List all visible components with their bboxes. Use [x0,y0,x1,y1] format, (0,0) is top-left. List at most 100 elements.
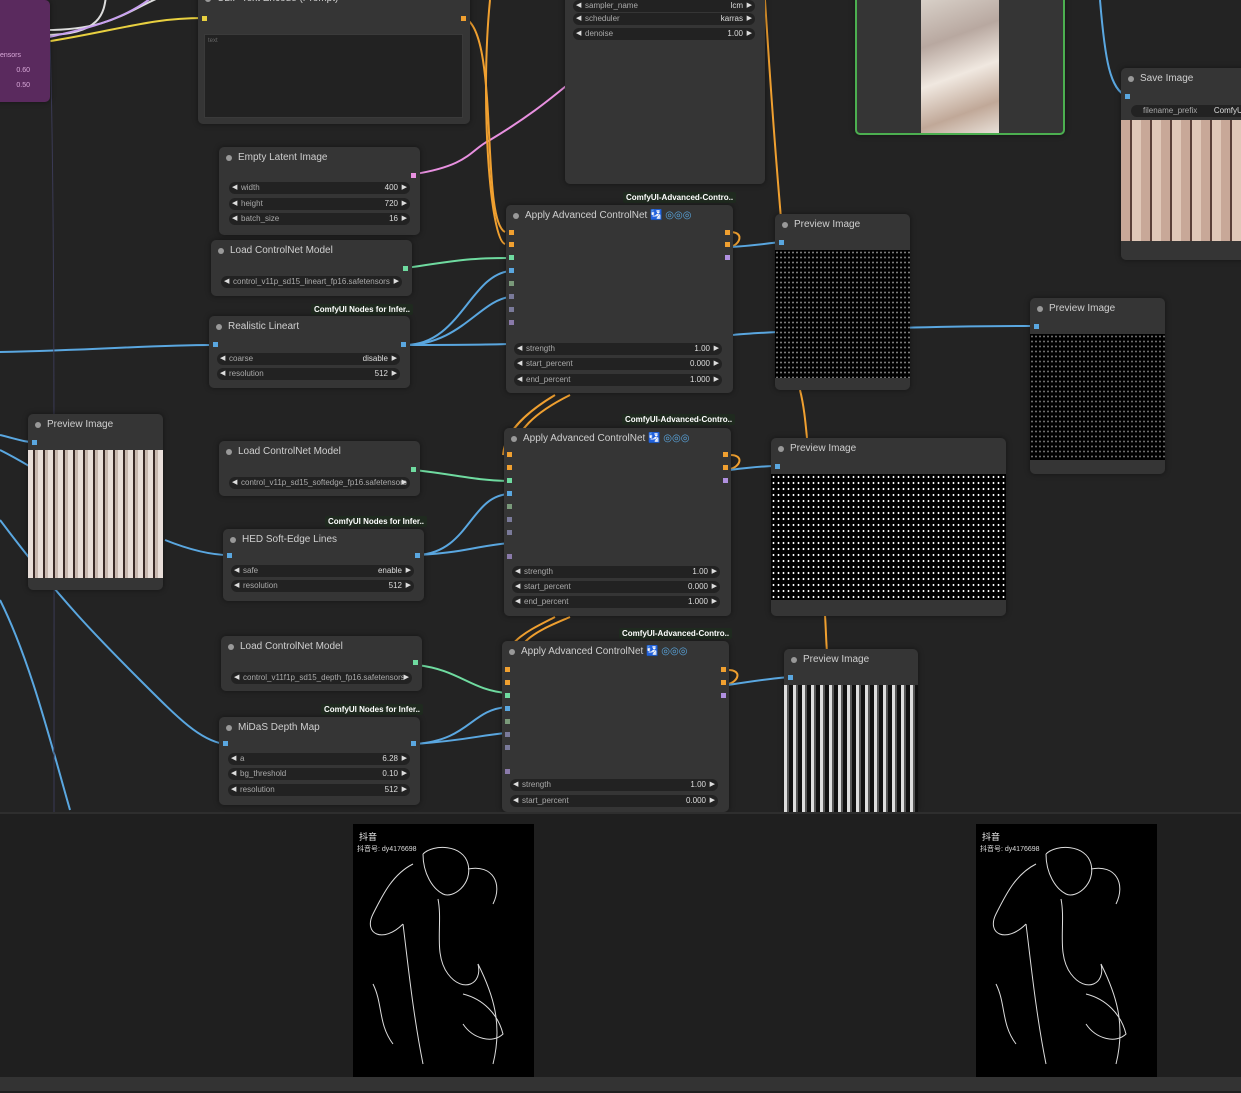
strength-widget[interactable]: ◀ strength 1.00 ▶ [510,779,718,791]
image-input-slot[interactable] [213,342,218,347]
width-widget[interactable]: ◀ width 400 ▶ [229,182,410,194]
denoise-widget[interactable]: ◀ denoise 1.00 ▶ [573,28,755,40]
node-title: Realistic Lineart [209,316,410,338]
image-output-slot[interactable] [415,553,420,558]
conditioning-output-slot[interactable] [461,16,466,21]
controlnet-name-widget[interactable]: ◀ control_v11p_sd15_lineart_fp16.safetens… [221,276,402,288]
images-input-slot[interactable] [1034,324,1039,329]
empty-latent-image-node[interactable]: Empty Latent Image ◀ width 400 ▶ ◀ height 720… [219,147,420,235]
images-input-slot[interactable] [779,240,784,245]
images-input-slot[interactable] [32,440,37,445]
edge-image-2: 抖音 抖音号: dy4176698 [976,824,1157,1079]
start-percent-widget[interactable]: ◀ start_percent 0.000 ▶ [514,358,722,370]
preview-image-node-3[interactable]: Preview Image [771,438,1006,616]
node-title: CLIP Text Encode (Prompt) [198,0,470,10]
load-controlnet-model-node-1[interactable]: Load ControlNet Model ◀ control_v11p_sd15… [211,240,412,296]
start-percent-widget[interactable]: ◀ start_percent 0.000 ▶ [512,581,720,593]
a-widget[interactable]: ◀ a 6.28 ▶ [228,753,410,765]
lineart-preview-grid [775,250,910,378]
apply-advanced-controlnet-node-1[interactable]: Apply Advanced ControlNet 🛂 ◎◎◎ ◀ strengt… [506,205,733,393]
ksampler-node-partial[interactable]: ◀ sampler_name lcm ▶ ◀ scheduler karras ▶ ◀ den… [565,0,765,184]
depth-preview-grid [784,685,918,812]
images-input-slot[interactable] [775,464,780,469]
node-source-tag: ComfyUI-Advanced-Contro.. [623,192,737,203]
image-output-slot[interactable] [411,741,416,746]
status-bar [0,1077,1241,1091]
node-title: Apply Advanced ControlNet 🛂 ◎◎◎ [502,641,729,663]
lora-node-partial[interactable]: ensors 0.60 0.50 [0,0,50,102]
prompt-textarea[interactable]: text [204,34,463,118]
resolution-widget[interactable]: ◀ resolution 512 ▶ [228,784,410,796]
node-title: Apply Advanced ControlNet 🛂 ◎◎◎ [504,428,731,450]
image-input-slot[interactable] [223,741,228,746]
node-source-tag: ComfyUI-Advanced-Contro.. [622,414,736,425]
node-title: Preview Image [1030,298,1165,320]
preview-image-node-1[interactable]: Preview Image [775,214,910,390]
clip-input-slot[interactable] [202,16,207,21]
coarse-widget[interactable]: ◀ coarse disable ▶ [217,353,400,365]
node-title: Load ControlNet Model [219,441,420,463]
node-title: HED Soft-Edge Lines [223,529,424,551]
lora-value-1: 0.60 [16,67,30,74]
node-source-tag: ComfyUI Nodes for Infer.. [311,304,414,315]
lora-value-2: 0.50 [16,82,30,89]
batch-size-widget[interactable]: ◀ batch_size 16 ▶ [229,213,410,225]
preview-image-node-2[interactable]: Preview Image [1030,298,1165,474]
resolution-widget[interactable]: ◀ resolution 512 ▶ [217,368,400,380]
images-input-slot[interactable] [1125,94,1130,99]
edge-image-1: 抖音 抖音号: dy4176698 [353,824,534,1079]
node-title: Load ControlNet Model [221,636,422,658]
bg-threshold-widget[interactable]: ◀ bg_threshold 0.10 ▶ [228,768,410,780]
selected-preview-node[interactable] [855,0,1065,135]
strength-widget[interactable]: ◀ strength 1.00 ▶ [514,343,722,355]
edge-drawing [992,846,1127,1065]
node-title: Apply Advanced ControlNet 🛂 ◎◎◎ [506,205,733,227]
node-title: Empty Latent Image [219,147,420,169]
load-controlnet-model-node-3[interactable]: Load ControlNet Model ◀ control_v11f1p_sd… [221,636,422,691]
save-image-node[interactable]: Save Image filename_prefixComfyUI [1121,68,1241,260]
strength-widget[interactable]: ◀ strength 1.00 ▶ [512,566,720,578]
saved-images-grid [1121,120,1241,241]
preview-image-node-left[interactable]: Preview Image [28,414,163,590]
node-title: Preview Image [775,214,910,236]
images-input-slot[interactable] [788,675,793,680]
node-title: Load ControlNet Model [211,240,412,262]
apply-advanced-controlnet-node-3[interactable]: Apply Advanced ControlNet 🛂 ◎◎◎ ◀ strengt… [502,641,729,812]
midas-depth-map-node[interactable]: MiDaS Depth Map ◀ a 6.28 ▶ ◀ bg_threshold 0.1… [219,717,420,805]
node-title: MiDaS Depth Map [219,717,420,739]
preview-image [921,0,999,133]
edge-drawing [369,846,504,1065]
apply-advanced-controlnet-node-2[interactable]: Apply Advanced ControlNet 🛂 ◎◎◎ ◀ strengt… [504,428,731,616]
image-input-slot[interactable] [227,553,232,558]
height-widget[interactable]: ◀ height 720 ▶ [229,198,410,210]
softedge-preview-grid [771,474,1006,600]
node-title: Preview Image [771,438,1006,460]
controlnet-output-slot[interactable] [413,660,418,665]
preview-image-node-4[interactable]: Preview Image [784,649,918,812]
end-percent-widget[interactable]: ◀ end_percent 1.000 ▶ [514,374,722,386]
clip-text-encode-node[interactable]: CLIP Text Encode (Prompt) text [198,0,470,124]
hed-soft-edge-lines-node[interactable]: HED Soft-Edge Lines ◀ safe enable ▶ ◀ resolu… [223,529,424,601]
node-title: Preview Image [28,414,163,436]
source-frames-grid [28,450,163,578]
controlnet-output-slot[interactable] [411,467,416,472]
load-controlnet-model-node-2[interactable]: Load ControlNet Model ◀ control_v11p_sd15… [219,441,420,496]
lineart-preview-grid [1030,334,1165,460]
image-output-slot[interactable] [401,342,406,347]
start-percent-widget[interactable]: ◀ start_percent 0.000 ▶ [510,795,718,807]
safe-widget[interactable]: ◀ safe enable ▶ [231,565,414,577]
node-source-tag: ComfyUI Nodes for Infer.. [325,516,428,527]
lora-label: ensors [0,52,22,59]
bottom-preview-panel: 抖音 抖音号: dy4176698 抖音 抖音号: dy4176698 [0,812,1241,1093]
controlnet-name-widget[interactable]: ◀ control_v11f1p_sd15_depth_fp16.safetens… [231,672,412,684]
filename-prefix-widget[interactable]: filename_prefixComfyUI [1131,105,1241,117]
resolution-widget[interactable]: ◀ resolution 512 ▶ [231,580,414,592]
controlnet-name-widget[interactable]: ◀ control_v11p_sd15_softedge_fp16.safeten… [229,477,410,489]
sampler-name-widget[interactable]: ◀ sampler_name lcm ▶ [573,0,755,12]
end-percent-widget[interactable]: ◀ end_percent 1.000 ▶ [512,596,720,608]
scheduler-widget[interactable]: ◀ scheduler karras ▶ [573,13,755,25]
controlnet-output-slot[interactable] [403,266,408,271]
node-title: Save Image [1121,68,1241,90]
latent-output-slot[interactable] [411,173,416,178]
realistic-lineart-node[interactable]: Realistic Lineart ◀ coarse disable ▶ ◀ resol… [209,316,410,388]
